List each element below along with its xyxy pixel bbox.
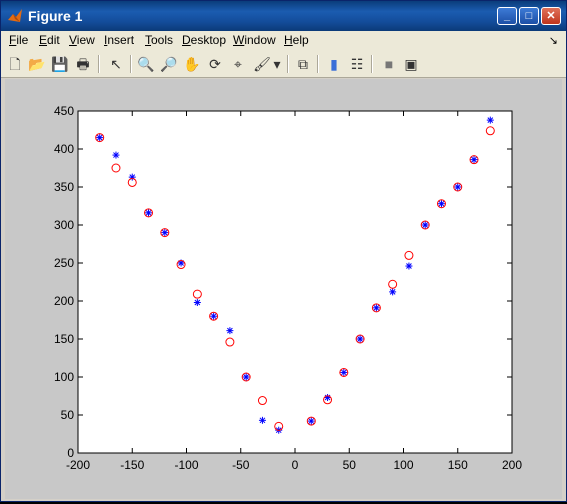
x-tick-label: 50 <box>343 458 357 472</box>
dock-arrow-icon[interactable]: ↘ <box>549 34 558 47</box>
menu-tools[interactable]: Tools <box>145 33 173 47</box>
y-tick-label: 350 <box>54 180 74 194</box>
window-title: Figure 1 <box>28 8 83 24</box>
maximize-button[interactable]: □ <box>519 7 539 25</box>
zoom-out-icon[interactable]: 🔎 <box>159 54 179 74</box>
star-marker-point <box>340 368 348 376</box>
menu-insert[interactable]: Insert <box>104 33 134 47</box>
y-tick-label: 50 <box>61 408 75 422</box>
data-cursor-icon[interactable]: ⌖ <box>228 54 248 74</box>
star-marker-point <box>470 156 478 164</box>
axes-background <box>77 110 513 454</box>
save-icon[interactable]: 💾 <box>50 54 70 74</box>
show-plot-tools-icon[interactable]: ▣ <box>401 54 421 74</box>
y-tick-label: 100 <box>54 370 74 384</box>
open-file-icon[interactable]: 📂 <box>27 54 47 74</box>
toolbar-separator <box>98 55 100 73</box>
star-marker-point <box>112 151 120 159</box>
close-button[interactable]: ✕ <box>541 7 561 25</box>
x-tick-label: 100 <box>393 458 413 472</box>
star-marker-point <box>242 373 250 381</box>
y-tick-label: 450 <box>54 104 74 118</box>
star-marker-point <box>307 417 315 425</box>
x-tick-label: 150 <box>448 458 468 472</box>
x-tick-label: -100 <box>174 458 198 472</box>
star-marker-point <box>356 335 364 343</box>
x-tick-label: -50 <box>232 458 250 472</box>
x-tick-label: 200 <box>502 458 522 472</box>
star-marker-point <box>96 134 104 142</box>
legend-icon[interactable]: ☷ <box>347 54 367 74</box>
minimize-button[interactable]: _ <box>497 7 517 25</box>
print-icon[interactable]: 🖶 <box>73 54 93 74</box>
star-marker-point <box>486 116 494 124</box>
plot-svg[interactable]: -200 -150 -100 -50 0 50 100 150 200 0 50 100 150 200 2… <box>5 79 562 499</box>
star-marker-point <box>210 312 218 320</box>
menu-file[interactable]: File <box>9 33 28 47</box>
y-tick-label: 400 <box>54 142 74 156</box>
star-marker-point <box>454 183 462 191</box>
y-tick-label: 150 <box>54 332 74 346</box>
pan-hand-icon[interactable]: ✋ <box>182 54 202 74</box>
menu-view[interactable]: View <box>69 33 95 47</box>
menu-bar: File Edit View Insert Tools Desktop Wind… <box>1 31 566 51</box>
star-marker-point <box>372 304 380 312</box>
colorbar-icon[interactable]: ▮ <box>324 54 344 74</box>
star-marker-point <box>226 327 234 335</box>
toolbar-separator <box>371 55 373 73</box>
figure-toolbar: 🗋 📂 💾 🖶 ↖ 🔍 🔎 ✋ ⟳ ⌖ 🖌 ▾ ⧉ ▮ ☷ ■ ▣ <box>1 51 566 78</box>
menu-desktop[interactable]: Desktop <box>182 33 226 47</box>
x-tick-label: -150 <box>120 458 144 472</box>
menu-help[interactable]: Help <box>284 33 309 47</box>
star-marker-point <box>437 200 445 208</box>
figure-canvas: -200 -150 -100 -50 0 50 100 150 200 0 50 100 150 200 2… <box>5 79 562 499</box>
rotate-3d-icon[interactable]: ⟳ <box>205 54 225 74</box>
menu-edit[interactable]: Edit <box>39 33 60 47</box>
figure-window: Figure 1 _ □ ✕ File Edit View Insert Too… <box>0 0 567 502</box>
new-figure-icon[interactable]: 🗋 <box>5 54 25 74</box>
toolbar-separator <box>130 55 132 73</box>
x-tick-label: -200 <box>66 458 90 472</box>
star-marker-point <box>161 229 169 237</box>
star-marker-point <box>145 209 153 217</box>
star-marker-point <box>324 394 332 402</box>
hide-plot-tools-icon[interactable]: ■ <box>379 54 399 74</box>
star-marker-point <box>405 262 413 270</box>
zoom-in-icon[interactable]: 🔍 <box>136 54 156 74</box>
matlab-logo-icon <box>8 9 22 22</box>
x-tick-label: 0 <box>292 458 299 472</box>
star-marker-point <box>421 221 429 229</box>
star-marker-point <box>258 416 266 424</box>
y-tick-label: 0 <box>67 446 74 460</box>
brush-icon[interactable]: 🖌 <box>252 54 272 74</box>
star-marker-point <box>193 299 201 307</box>
title-bar[interactable]: Figure 1 _ □ ✕ <box>1 1 566 31</box>
edit-plot-arrow-icon[interactable]: ↖ <box>106 54 126 74</box>
y-tick-label: 250 <box>54 256 74 270</box>
menu-window[interactable]: Window <box>233 33 276 47</box>
y-tick-label: 300 <box>54 218 74 232</box>
toolbar-separator <box>287 55 289 73</box>
y-tick-label: 200 <box>54 294 74 308</box>
star-marker-point <box>389 288 397 296</box>
toolbar-separator <box>317 55 319 73</box>
brush-dropdown-icon[interactable]: ▾ <box>271 54 283 74</box>
link-plot-icon[interactable]: ⧉ <box>293 54 313 74</box>
